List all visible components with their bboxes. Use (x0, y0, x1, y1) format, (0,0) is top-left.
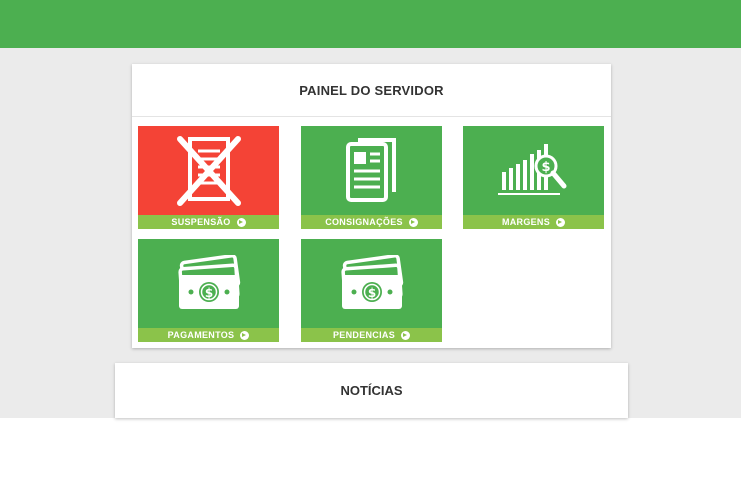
tile-consignacoes[interactable]: CONSIGNAÇÕES (301, 126, 442, 229)
arrow-right-icon (236, 217, 246, 227)
tile-footer: CONSIGNAÇÕES (301, 215, 442, 229)
tile-label: CONSIGNAÇÕES (325, 217, 403, 227)
tile-footer: SUSPENSÃO (138, 215, 279, 229)
tile-pendencias[interactable]: $ PENDENCIAS (301, 239, 442, 342)
bar-chart-search-icon: $ (497, 143, 566, 195)
documents-icon (345, 137, 396, 202)
top-header-bar (0, 0, 741, 48)
tile-footer: PENDENCIAS (301, 328, 442, 342)
tile-label: SUSPENSÃO (171, 217, 231, 227)
arrow-right-icon (556, 217, 566, 227)
arrow-right-icon (240, 330, 250, 340)
tile-margens[interactable]: $ MARGENS (463, 126, 604, 229)
money-bills-icon: $ (340, 254, 403, 309)
tile-suspensao[interactable]: SUSPENSÃO (138, 126, 279, 229)
svg-text:$: $ (367, 286, 375, 300)
news-title: NOTÍCIAS (340, 383, 403, 398)
tile-label: PAGAMENTOS (167, 330, 235, 340)
tile-label: MARGENS (501, 217, 551, 227)
tile-footer: MARGENS (463, 215, 604, 229)
arrow-right-icon (408, 217, 418, 227)
news-panel: NOTÍCIAS (115, 363, 628, 418)
svg-text:$: $ (204, 286, 212, 300)
svg-text:$: $ (541, 160, 550, 175)
arrow-right-icon (401, 330, 410, 340)
tile-footer: PAGAMENTOS (138, 328, 279, 342)
panel-title: PAINEL DO SERVIDOR (132, 64, 611, 117)
tile-label: PENDENCIAS (332, 330, 395, 340)
cancelled-document-icon (176, 135, 241, 206)
server-panel: PAINEL DO SERVIDOR SUSPENSÃO CONSIGNAÇÕE… (132, 64, 611, 348)
tile-pagamentos[interactable]: $ PAGAMENTOS (138, 239, 279, 342)
money-bills-icon: $ (177, 254, 240, 309)
